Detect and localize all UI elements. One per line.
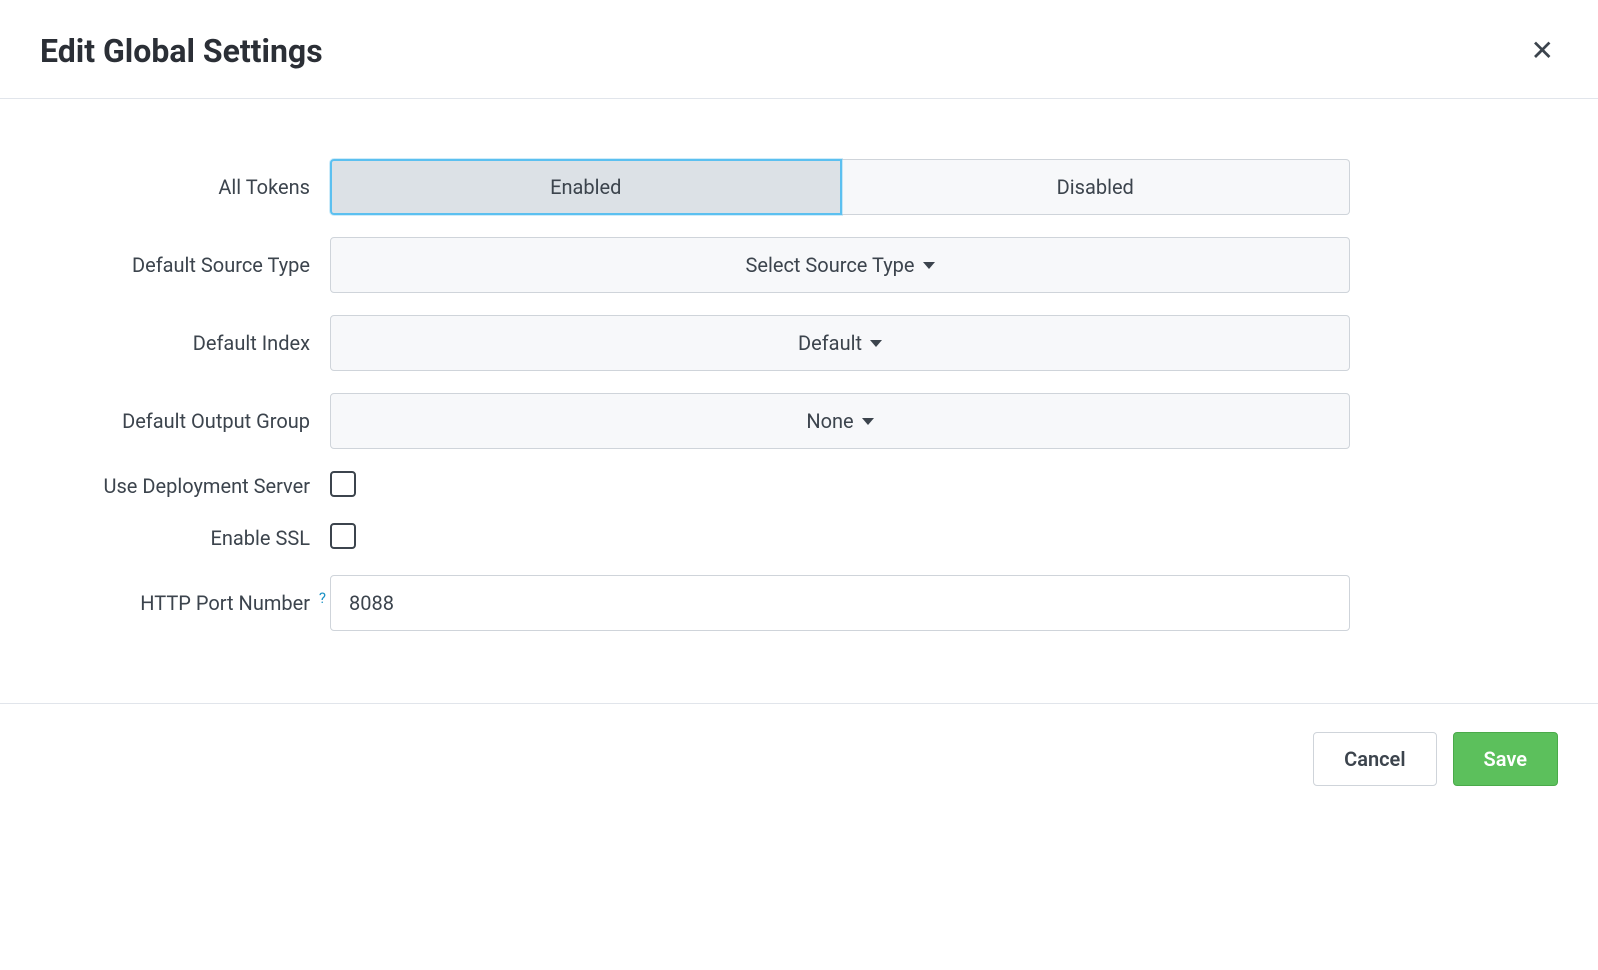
row-default-output-group: Default Output Group None (40, 393, 1558, 449)
close-icon[interactable]: ✕ (1527, 33, 1558, 69)
row-default-source-type: Default Source Type Select Source Type (40, 237, 1558, 293)
use-deployment-server-checkbox[interactable] (330, 471, 356, 497)
use-deployment-server-label: Use Deployment Server (40, 474, 330, 498)
caret-down-icon (923, 262, 935, 269)
enable-ssl-label: Enable SSL (40, 526, 330, 550)
help-icon[interactable]: ? (319, 589, 326, 607)
caret-down-icon (862, 418, 874, 425)
row-default-index: Default Index Default (40, 315, 1558, 371)
row-http-port-number: HTTP Port Number ? (40, 575, 1558, 631)
row-use-deployment-server: Use Deployment Server (40, 471, 1558, 501)
save-button[interactable]: Save (1453, 732, 1558, 786)
modal-body: All Tokens Enabled Disabled Default Sour… (0, 99, 1598, 703)
default-source-type-dropdown[interactable]: Select Source Type (330, 237, 1350, 293)
cancel-button[interactable]: Cancel (1313, 732, 1436, 786)
all-tokens-disabled-button[interactable]: Disabled (842, 159, 1351, 215)
all-tokens-label: All Tokens (40, 175, 330, 199)
http-port-number-label: HTTP Port Number ? (40, 591, 330, 615)
edit-global-settings-modal: Edit Global Settings ✕ All Tokens Enable… (0, 0, 1598, 814)
default-source-type-control: Select Source Type (330, 237, 1350, 293)
default-index-control: Default (330, 315, 1350, 371)
default-output-group-label: Default Output Group (40, 409, 330, 433)
default-index-selected: Default (798, 331, 862, 355)
default-output-group-control: None (330, 393, 1350, 449)
default-output-group-selected: None (806, 409, 853, 433)
caret-down-icon (870, 340, 882, 347)
http-port-number-label-text: HTTP Port Number (140, 591, 310, 615)
modal-footer: Cancel Save (0, 703, 1598, 814)
default-output-group-dropdown[interactable]: None (330, 393, 1350, 449)
all-tokens-control: Enabled Disabled (330, 159, 1350, 215)
http-port-number-input[interactable] (330, 575, 1350, 631)
modal-header: Edit Global Settings ✕ (0, 0, 1598, 99)
row-enable-ssl: Enable SSL (40, 523, 1558, 553)
http-port-number-control (330, 575, 1350, 631)
all-tokens-toggle-group: Enabled Disabled (330, 159, 1350, 215)
default-index-label: Default Index (40, 331, 330, 355)
all-tokens-enabled-button[interactable]: Enabled (330, 159, 842, 215)
default-index-dropdown[interactable]: Default (330, 315, 1350, 371)
row-all-tokens: All Tokens Enabled Disabled (40, 159, 1558, 215)
default-source-type-selected: Select Source Type (746, 253, 915, 277)
default-source-type-label: Default Source Type (40, 253, 330, 277)
enable-ssl-checkbox[interactable] (330, 523, 356, 549)
modal-title: Edit Global Settings (40, 32, 323, 70)
use-deployment-server-control (330, 471, 1350, 501)
enable-ssl-control (330, 523, 1350, 553)
